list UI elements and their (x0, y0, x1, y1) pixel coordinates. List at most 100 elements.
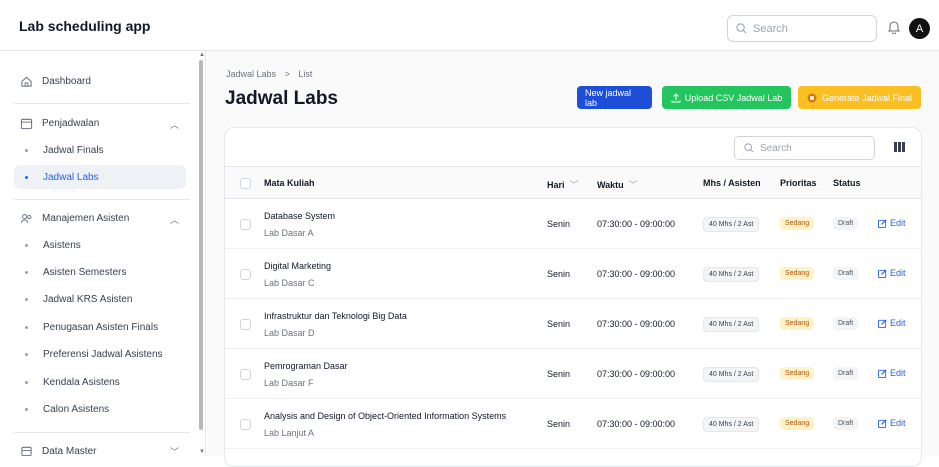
course-name: Digital Marketing (264, 261, 332, 271)
sidebar-item-label: Asisten Semesters (43, 267, 127, 278)
sidebar-group-label: Manajemen Asisten (42, 212, 130, 224)
sidebar-item-penugasan-asisten-finals[interactable]: Penugasan Asisten Finals (25, 322, 158, 333)
bullet-icon (25, 298, 28, 301)
column-header-mata-kuliah[interactable]: Mata Kuliah (264, 178, 315, 188)
sidebar-group-manajemen-asisten[interactable]: Manajemen Asisten (20, 208, 129, 228)
sidebar-group-label: Data Master (42, 445, 97, 457)
scroll-down-arrow-icon[interactable]: ▼ (199, 449, 205, 455)
bullet-icon (25, 149, 28, 152)
table-header: Mata Kuliah Hari ﹀ Waktu ﹀ Mhs / Asisten P… (225, 166, 921, 199)
column-header-hari[interactable]: Hari ﹀ (547, 178, 579, 191)
breadcrumb-parent[interactable]: Jadwal Labs (226, 69, 276, 79)
status-badge: Draft (833, 217, 859, 230)
chevron-up-icon[interactable]: ︿ (170, 118, 179, 131)
lab-name: Lab Dasar C (264, 278, 315, 288)
priority-badge: Sedang (780, 217, 815, 230)
edit-label: Edit (890, 368, 906, 378)
priority-badge: Sedang (780, 267, 815, 280)
mhs-asisten-badge: 40 Mhs / 2 Ast (703, 317, 760, 332)
row-checkbox[interactable] (240, 319, 251, 330)
chevron-up-icon[interactable]: ︿ (170, 213, 179, 226)
sidebar-item-kendala-asistens[interactable]: Kendala Asistens (25, 377, 120, 388)
row-checkbox[interactable] (240, 369, 251, 380)
sort-chevron-icon: ﹀ (569, 180, 579, 190)
row-checkbox[interactable] (240, 269, 251, 280)
edit-button[interactable]: Edit (878, 418, 906, 428)
edit-label: Edit (890, 268, 906, 278)
bell-icon[interactable] (888, 20, 900, 34)
status-badge: Draft (833, 317, 859, 330)
row-checkbox[interactable] (240, 219, 251, 230)
upload-csv-button[interactable]: Upload CSV Jadwal Lab (662, 86, 791, 109)
lab-name: Lab Dasar D (264, 328, 315, 338)
table-card: Search Mata Kuliah Hari ﹀ Waktu ﹀ Mhs / As… (224, 127, 922, 467)
edit-label: Edit (890, 318, 906, 328)
mhs-asisten-badge: 40 Mhs / 2 Ast (703, 267, 760, 282)
bullet-icon (25, 381, 28, 384)
table-search-placeholder: Search (760, 142, 792, 154)
table-search-input[interactable]: Search (734, 136, 875, 160)
generate-jadwal-final-label: Generate Jadwal Final (821, 92, 913, 103)
select-all-checkbox[interactable] (240, 178, 251, 189)
time-cell: 07:30:00 - 09:00:00 (597, 369, 676, 379)
sidebar-group-data-master[interactable]: Data Master (20, 441, 96, 456)
sidebar-item-jadwal-labs[interactable]: Jadwal Labs (25, 172, 99, 183)
bullet-icon (25, 353, 28, 356)
bullet-icon (25, 244, 28, 247)
edit-button[interactable]: Edit (878, 368, 906, 378)
time-cell: 07:30:00 - 09:00:00 (597, 419, 676, 429)
sidebar-divider (14, 199, 190, 200)
edit-button[interactable]: Edit (878, 318, 906, 328)
mhs-asisten-badge: 40 Mhs / 2 Ast (703, 217, 760, 232)
sidebar-group-penjadwalan[interactable]: Penjadwalan (20, 113, 99, 133)
generate-jadwal-final-button[interactable]: Generate Jadwal Final (798, 86, 921, 109)
table-row: Database System Lab Dasar A Senin 07:30:00 … (225, 199, 921, 249)
avatar[interactable]: A (909, 18, 930, 39)
edit-button[interactable]: Edit (878, 268, 906, 278)
row-checkbox[interactable] (240, 419, 251, 430)
home-icon (21, 76, 32, 87)
sidebar-item-jadwal-krs-asisten[interactable]: Jadwal KRS Asisten (25, 294, 133, 305)
column-header-status: Status (833, 178, 861, 188)
edit-label: Edit (890, 418, 906, 428)
database-icon (21, 446, 32, 456)
mhs-asisten-badge: 40 Mhs / 2 Ast (703, 367, 760, 382)
column-header-label: Hari (547, 180, 565, 190)
sidebar-item-label: Penugasan Asisten Finals (43, 322, 159, 333)
chevron-down-icon[interactable]: ﹀ (170, 445, 179, 456)
breadcrumb: Jadwal Labs > List (226, 69, 312, 79)
new-jadwal-lab-button[interactable]: New jadwal lab (577, 86, 652, 109)
lab-name: Lab Dasar A (264, 228, 314, 238)
table-row: Digital Marketing Lab Dasar C Senin 07:30:0… (225, 249, 921, 299)
app-title: Lab scheduling app (19, 18, 151, 34)
global-search-placeholder: Search (753, 22, 788, 35)
mhs-asisten-badge: 40 Mhs / 2 Ast (703, 417, 760, 432)
global-search-input[interactable]: Search (727, 15, 877, 42)
edit-icon (878, 218, 887, 228)
sidebar-item-label: Jadwal Finals (43, 145, 104, 156)
sidebar-item-asisten-semesters[interactable]: Asisten Semesters (25, 267, 126, 278)
columns-toggle-icon[interactable] (894, 142, 905, 152)
scroll-up-arrow-icon[interactable]: ▲ (199, 52, 205, 58)
edit-icon (878, 418, 887, 428)
sidebar-scrollbar[interactable] (199, 60, 203, 430)
edit-icon (878, 368, 887, 378)
priority-badge: Sedang (780, 367, 815, 380)
sidebar-item-label: Asistens (43, 240, 81, 251)
sidebar-item-label: Dashboard (42, 75, 91, 87)
course-name: Infrastruktur dan Teknologi Big Data (264, 311, 407, 321)
sidebar-item-calon-asistens[interactable]: Calon Asistens (25, 404, 109, 415)
upload-icon (671, 92, 681, 102)
day-cell: Senin (547, 419, 571, 429)
column-header-waktu[interactable]: Waktu ﹀ (597, 178, 638, 191)
breadcrumb-current: List (298, 69, 313, 79)
sidebar-item-preferensi-jadwal-asistens[interactable]: Preferensi Jadwal Asistens (25, 349, 163, 360)
sidebar-item-dashboard[interactable]: Dashboard (20, 71, 91, 91)
priority-badge: Sedang (780, 317, 815, 330)
sidebar-item-label: Jadwal Labs (43, 172, 99, 183)
status-badge: Draft (833, 367, 859, 380)
sidebar-item-asistens[interactable]: Asistens (25, 240, 81, 251)
table-row: Pemrograman Dasar Lab Dasar F Senin 07:30:0… (225, 349, 921, 399)
sidebar-item-jadwal-finals[interactable]: Jadwal Finals (25, 145, 104, 156)
edit-button[interactable]: Edit (878, 218, 906, 228)
